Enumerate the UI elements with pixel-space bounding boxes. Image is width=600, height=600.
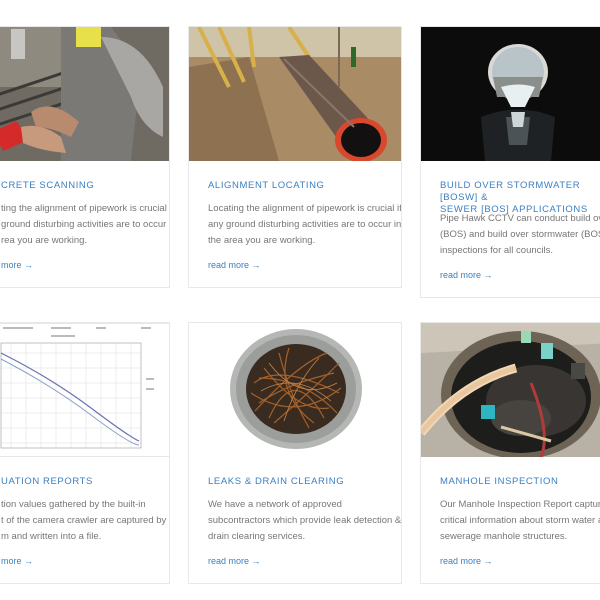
desc-line: any ground disturbing activities are to … [208,219,402,230]
card-description: Our Manhole Inspection Report captures c… [440,497,600,545]
card-title: UATION REPORTS [1,476,93,487]
desc-line: the area you are working. [208,235,316,246]
card-title: CRETE SCANNING [1,180,95,191]
desc-line: Locating the alignment of pipework is cr… [208,203,402,214]
desc-line: ting the alignment of pipework is crucia… [1,203,170,214]
desc-line: critical information about storm water a… [440,515,600,526]
card-description: We have a network of approved subcontrac… [208,497,401,545]
read-more-link[interactable]: read more → [440,270,493,280]
read-more-link[interactable]: more → [1,556,33,566]
card-description: Pipe Hawk CCTV can conduct build over se… [440,211,600,259]
manhole-inspection-image [421,323,600,457]
desc-line: m and written into a file. [1,531,102,542]
build-over-stormwater-image [421,27,600,161]
read-more-link[interactable]: read more → [208,556,261,566]
service-card-evaluation-reports[interactable]: UATION REPORTS tion values gathered by t… [0,322,170,584]
card-title: LEAKS & DRAIN CLEARING [208,476,345,487]
service-card-build-over-applications[interactable]: BUILD OVER STORMWATER [BOSW] & SEWER [BO… [420,26,600,298]
leaks-drain-clearing-image [189,323,401,457]
desc-line: inspections for all councils. [440,245,553,256]
desc-line: (BOS) and build over stormwater (BOSW) [440,229,600,240]
read-more-link[interactable]: more → [1,260,33,270]
service-card-leaks-drain-clearing[interactable]: LEAKS & DRAIN CLEARING We have a network… [188,322,402,584]
card-description: ting the alignment of pipework is crucia… [1,201,170,249]
card-description: tion values gathered by the built-in t o… [1,497,166,545]
service-card-concrete-scanning[interactable]: CRETE SCANNING ting the alignment of pip… [0,26,170,288]
desc-line: Our Manhole Inspection Report captures [440,499,600,510]
card-title: ALIGNMENT LOCATING [208,180,325,191]
read-more-link[interactable]: read more → [208,260,261,270]
read-more-link[interactable]: read more → [440,556,493,566]
service-card-alignment-locating[interactable]: ALIGNMENT LOCATING Locating the alignmen… [188,26,402,288]
alignment-locating-image [189,27,401,161]
desc-line: rea you are working. [1,235,88,246]
desc-line: Pipe Hawk CCTV can conduct build over se… [440,213,600,224]
concrete-scanning-image [0,27,169,161]
desc-line: drain clearing services. [208,531,306,542]
card-title: MANHOLE INSPECTION [440,476,559,487]
desc-line: t of the camera crawler are captured by [1,515,167,526]
desc-line: sewerage manhole structures. [440,531,568,542]
card-description: Locating the alignment of pipework is cr… [208,201,402,249]
evaluation-report-graph-image [0,323,169,457]
desc-line: tion values gathered by the built-in [1,499,146,510]
desc-line: We have a network of approved [208,499,342,510]
desc-line: ground disturbing activities are to occu… [1,219,170,230]
desc-line: subcontractors which provide leak detect… [208,515,402,526]
service-card-manhole-inspection[interactable]: MANHOLE INSPECTION Our Manhole Inspectio… [420,322,600,584]
